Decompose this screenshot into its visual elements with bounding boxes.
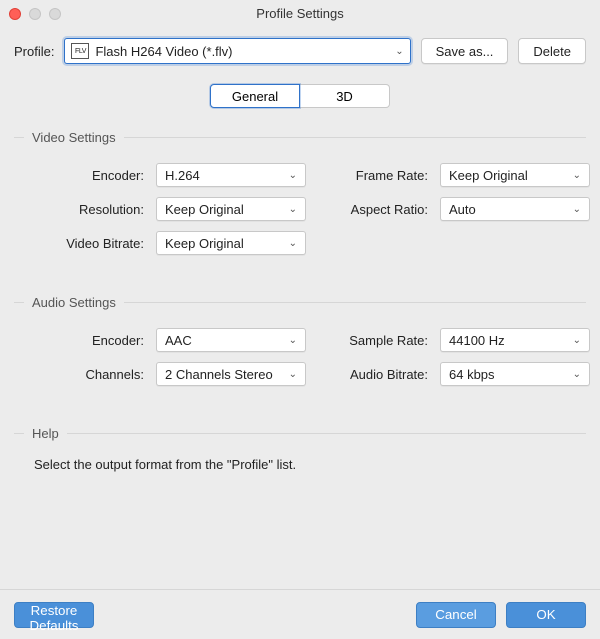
- chevron-down-icon: ⌄: [573, 335, 581, 346]
- save-as-button[interactable]: Save as...: [421, 38, 509, 64]
- profile-select[interactable]: FLV Flash H264 Video (*.flv) ⌄: [64, 38, 410, 64]
- tab-3d[interactable]: 3D: [300, 84, 390, 108]
- resolution-select[interactable]: Keep Original ⌄: [156, 197, 306, 221]
- close-window-icon[interactable]: [9, 8, 21, 20]
- frame-rate-label: Frame Rate:: [318, 168, 428, 183]
- delete-button[interactable]: Delete: [518, 38, 586, 64]
- aspect-ratio-label: Aspect Ratio:: [318, 202, 428, 217]
- profile-row: Profile: FLV Flash H264 Video (*.flv) ⌄ …: [0, 28, 600, 64]
- audio-bitrate-select[interactable]: 64 kbps ⌄: [440, 362, 590, 386]
- video-settings-group: Video Settings Encoder: H.264 ⌄ Frame Ra…: [14, 130, 586, 255]
- tab-strip: General 3D: [0, 84, 600, 108]
- chevron-down-icon: ⌄: [289, 369, 297, 380]
- frame-rate-select[interactable]: Keep Original ⌄: [440, 163, 590, 187]
- window-controls: [9, 8, 61, 20]
- chevron-down-icon: ⌄: [573, 204, 581, 215]
- chevron-down-icon: ⌄: [395, 46, 403, 57]
- chevron-down-icon: ⌄: [289, 238, 297, 249]
- chevron-down-icon: ⌄: [573, 170, 581, 181]
- zoom-window-icon: [49, 8, 61, 20]
- titlebar: Profile Settings: [0, 0, 600, 28]
- sample-rate-select[interactable]: 44100 Hz ⌄: [440, 328, 590, 352]
- video-encoder-select[interactable]: H.264 ⌄: [156, 163, 306, 187]
- help-title: Help: [14, 426, 586, 441]
- minimize-window-icon: [29, 8, 41, 20]
- tab-general[interactable]: General: [210, 84, 300, 108]
- audio-settings-group: Audio Settings Encoder: AAC ⌄ Sample Rat…: [14, 295, 586, 386]
- profile-select-value: Flash H264 Video (*.flv): [95, 44, 389, 59]
- video-encoder-label: Encoder:: [24, 168, 144, 183]
- ok-button[interactable]: OK: [506, 602, 586, 628]
- chevron-down-icon: ⌄: [289, 170, 297, 181]
- cancel-button[interactable]: Cancel: [416, 602, 496, 628]
- help-group: Help Select the output format from the "…: [14, 426, 586, 472]
- flv-file-icon: FLV: [71, 43, 89, 59]
- channels-select[interactable]: 2 Channels Stereo ⌄: [156, 362, 306, 386]
- help-text: Select the output format from the "Profi…: [34, 457, 582, 472]
- chevron-down-icon: ⌄: [573, 369, 581, 380]
- chevron-down-icon: ⌄: [289, 204, 297, 215]
- audio-settings-title: Audio Settings: [14, 295, 586, 310]
- video-bitrate-select[interactable]: Keep Original ⌄: [156, 231, 306, 255]
- restore-defaults-button[interactable]: Restore Defaults: [14, 602, 94, 628]
- channels-label: Channels:: [24, 367, 144, 382]
- aspect-ratio-select[interactable]: Auto ⌄: [440, 197, 590, 221]
- audio-encoder-label: Encoder:: [24, 333, 144, 348]
- audio-bitrate-label: Audio Bitrate:: [318, 367, 428, 382]
- profile-label: Profile:: [14, 44, 54, 59]
- window-title: Profile Settings: [256, 6, 343, 21]
- video-settings-title: Video Settings: [14, 130, 586, 145]
- chevron-down-icon: ⌄: [289, 335, 297, 346]
- resolution-label: Resolution:: [24, 202, 144, 217]
- footer: Restore Defaults Cancel OK: [0, 589, 600, 639]
- sample-rate-label: Sample Rate:: [318, 333, 428, 348]
- video-bitrate-label: Video Bitrate:: [24, 236, 144, 251]
- audio-encoder-select[interactable]: AAC ⌄: [156, 328, 306, 352]
